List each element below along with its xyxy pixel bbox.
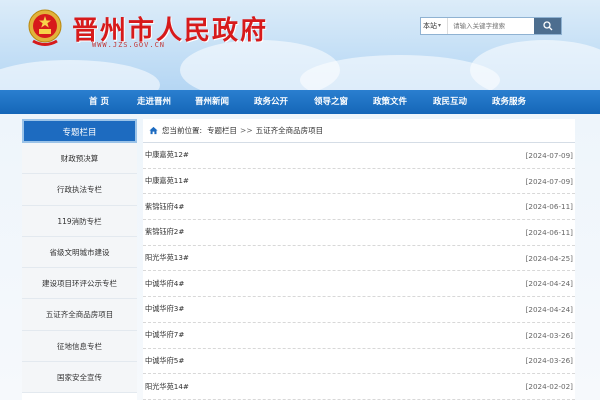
sidebar-item-eia-publicity[interactable]: 建设项目环评公示专栏 [22,268,137,300]
cloud-decoration [0,60,160,90]
nav-item-public-affairs[interactable]: 政务公开 [254,90,288,114]
search-icon [542,21,552,31]
nav-item-policies[interactable]: 政策文件 [373,90,407,114]
article-title[interactable]: 中诚华府4# [145,279,184,289]
national-emblem-icon[interactable] [28,8,62,48]
article-date: [2024-06-11] [525,227,573,237]
breadcrumb-level1[interactable]: 专题栏目 [207,125,237,136]
content-panel: 您当前位置: 专题栏目 >> 五证齐全商品房项目 中康嘉苑12# [2024-0… [143,119,575,400]
main-nav: 首 页 走进晋州 晋州新闻 政务公开 领导之窗 政策文件 政民互动 政务服务 [0,90,600,114]
nav-item-home[interactable]: 首 页 [89,90,109,114]
article-date: [2024-03-26] [525,330,573,340]
nav-item-about[interactable]: 走进晋州 [137,90,171,114]
article-title[interactable]: 中诚华府7# [145,330,184,340]
cloud-decoration [470,40,600,90]
search-button[interactable] [534,18,561,34]
article-date: [2024-07-09] [525,150,573,160]
list-item[interactable]: 紫锦钰府2# [2024-06-11] [143,220,575,246]
article-date: [2024-02-02] [525,382,573,392]
article-date: [2024-06-11] [525,202,573,212]
list-item[interactable]: 阳光华苑13# [2024-04-25] [143,246,575,272]
list-item[interactable]: 中诚华府3# [2024-04-24] [143,297,575,323]
site-header: 晋州市人民政府 WWW.JZS.GOV.CN 本站 ▾ [0,0,600,90]
list-item[interactable]: 中康嘉苑11# [2024-07-09] [143,169,575,195]
site-url: WWW.JZS.GOV.CN [92,41,166,49]
home-icon[interactable] [149,126,158,135]
sidebar-item-fire-119[interactable]: 119消防专栏 [22,205,137,237]
nav-item-news[interactable]: 晋州新闻 [195,90,229,114]
article-date: [2024-04-24] [525,304,573,314]
list-item[interactable]: 紫锦钰府4# [2024-06-11] [143,194,575,221]
breadcrumb-prefix: 您当前位置: [162,126,203,135]
article-title[interactable]: 阳光华苑13# [145,253,189,263]
list-item[interactable]: 中诚华府5# [2024-03-26] [143,349,575,375]
sidebar-item-national-security[interactable]: 国家安全宣传 [22,362,137,394]
sidebar-item-budget[interactable]: 财政预决算 [22,143,137,175]
nav-item-leaders[interactable]: 领导之窗 [314,90,348,114]
main-area: 专题栏目 财政预决算 行政执法专栏 119消防专栏 省级文明城市建设 建设项目环… [0,114,600,400]
breadcrumb-level2[interactable]: 五证齐全商品房项目 [256,125,324,136]
search-scope-select[interactable]: 本站 ▾ [421,18,449,34]
article-title[interactable]: 中诚华府5# [145,356,184,366]
sidebar: 专题栏目 财政预决算 行政执法专栏 119消防专栏 省级文明城市建设 建设项目环… [22,119,137,400]
sidebar-item-law-enforcement[interactable]: 行政执法专栏 [22,174,137,206]
sidebar-item-land-acquisition[interactable]: 征地信息专栏 [22,330,137,363]
sidebar-item-housing-projects[interactable]: 五证齐全商品房项目 [22,299,137,331]
list-item[interactable]: 中康嘉苑12# [2024-07-09] [143,143,575,169]
list-item[interactable]: 阳光华苑14# [2024-02-02] [143,374,575,400]
sidebar-title: 专题栏目 [22,119,137,143]
search-input[interactable] [448,18,535,34]
breadcrumb-separator: >> [240,126,253,135]
article-title[interactable]: 阳光华苑14# [145,382,189,392]
article-date: [2024-03-26] [525,356,573,366]
search-bar: 本站 ▾ [420,17,562,35]
article-title[interactable]: 紫锦钰府4# [145,202,184,212]
sidebar-item-civilized-city[interactable]: 省级文明城市建设 [22,236,137,269]
list-item[interactable]: 中诚华府4# [2024-04-24] [143,271,575,298]
article-date: [2024-07-09] [525,176,573,186]
nav-item-interaction[interactable]: 政民互动 [433,90,467,114]
search-scope-label: 本站 [423,22,437,30]
article-date: [2024-04-24] [525,279,573,289]
article-title[interactable]: 紫锦钰府2# [145,227,184,237]
list-item[interactable]: 中诚华府7# [2024-03-26] [143,323,575,349]
nav-item-services[interactable]: 政务服务 [492,90,526,114]
article-date: [2024-04-25] [525,253,573,263]
article-title[interactable]: 中康嘉苑12# [145,150,189,160]
chevron-down-icon: ▾ [438,22,442,29]
breadcrumb: 您当前位置: 专题栏目 >> 五证齐全商品房项目 [143,119,575,143]
article-title[interactable]: 中诚华府3# [145,304,184,314]
article-title[interactable]: 中康嘉苑11# [145,176,189,186]
